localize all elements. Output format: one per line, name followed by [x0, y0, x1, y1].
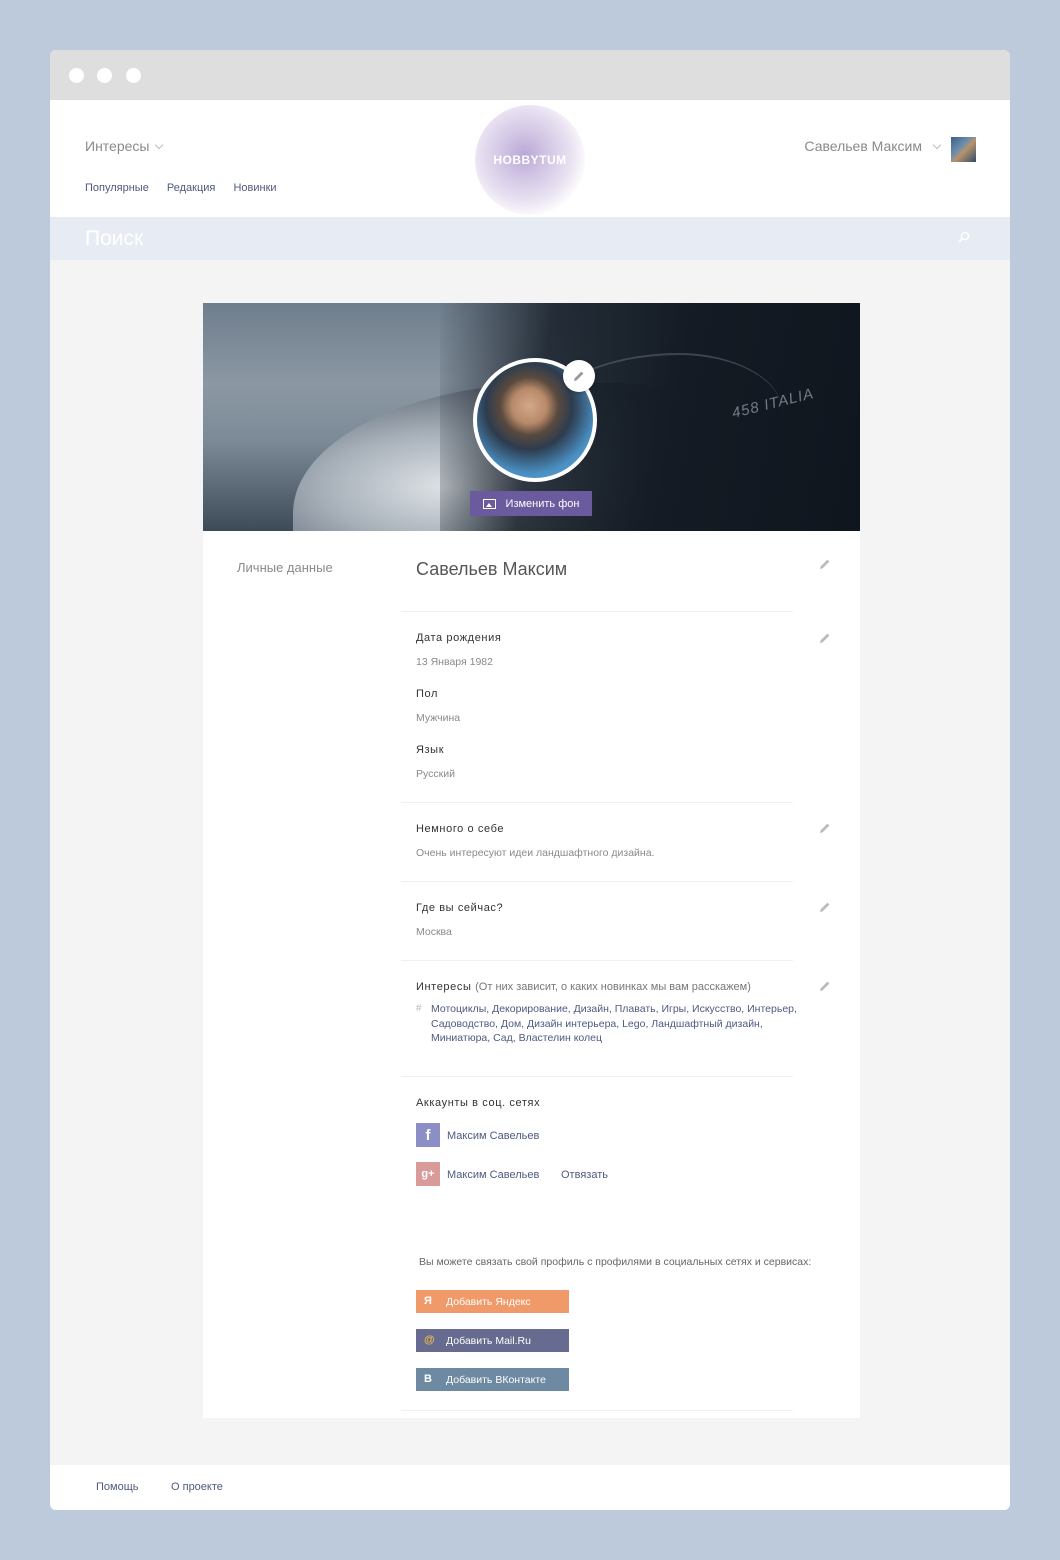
section-label-personal: Личные данные [237, 560, 333, 575]
profile-cover: 458 ITALIA Изменить фон [203, 303, 860, 531]
image-icon [482, 498, 496, 509]
yandex-icon: Я [424, 1295, 432, 1307]
search-bar [50, 217, 1010, 260]
add-vk-button[interactable]: B Добавить ВКонтакте [416, 1368, 569, 1391]
change-background-label: Изменить фон [505, 497, 580, 510]
gender-value: Мужчина [416, 712, 461, 724]
social-accounts-title: Аккаунты в соц. сетях [416, 1097, 541, 1109]
site-header: Интересы Популярные Редакция Новинки HOB… [50, 100, 1010, 217]
browser-window: Интересы Популярные Редакция Новинки HOB… [50, 50, 1010, 1510]
interests-title: Интересы [416, 981, 472, 993]
unlink-google-plus-button[interactable]: Отвязать [561, 1169, 608, 1181]
edit-photo-button[interactable] [563, 360, 595, 392]
facebook-glyph: f [425, 1126, 431, 1144]
pencil-icon[interactable] [819, 901, 831, 913]
divider [401, 960, 793, 961]
add-mailru-button[interactable]: @ Добавить Mail.Ru [416, 1329, 569, 1352]
pencil-icon[interactable] [819, 632, 831, 644]
search-input[interactable] [85, 225, 905, 252]
about-value: Очень интересуют идеи ландшафтного дизай… [416, 847, 655, 859]
site-footer: Помощь О проекте [50, 1465, 1010, 1510]
divider [401, 802, 793, 803]
birth-date-label: Дата рождения [416, 632, 502, 644]
mailru-icon: @ [424, 1334, 435, 1346]
logo-text: HOBBYTUM [493, 153, 567, 167]
divider [401, 611, 793, 612]
chevron-down-icon[interactable] [932, 140, 942, 150]
user-menu-name[interactable]: Савельев Максим [804, 138, 922, 154]
language-label: Язык [416, 744, 445, 756]
google-plus-account-name[interactable]: Максим Савельев [447, 1169, 539, 1181]
divider [401, 881, 793, 882]
change-background-button[interactable]: Изменить фон [470, 491, 592, 516]
nav-editorial[interactable]: Редакция [167, 182, 215, 194]
location-label: Где вы сейчас? [416, 902, 504, 914]
pencil-icon[interactable] [819, 558, 831, 570]
add-yandex-label: Добавить Яндекс [446, 1295, 531, 1308]
gender-label: Пол [416, 688, 439, 700]
facebook-account-name[interactable]: Максим Савельев [447, 1130, 539, 1142]
chevron-down-icon [155, 140, 164, 150]
interests-dropdown-label: Интересы [85, 138, 150, 154]
search-icon[interactable] [958, 231, 970, 243]
about-label: Немного о себе [416, 823, 505, 835]
profile-card: 458 ITALIA Изменить фон Личные данные Са… [203, 303, 860, 1418]
pencil-icon[interactable] [819, 980, 831, 992]
divider [401, 1410, 793, 1411]
window-close-dot[interactable] [69, 68, 84, 83]
vk-icon: B [424, 1373, 432, 1385]
footer-help-link[interactable]: Помощь [96, 1481, 139, 1493]
add-vk-label: Добавить ВКонтакте [446, 1373, 546, 1386]
pencil-icon [574, 371, 584, 381]
nav-new[interactable]: Новинки [233, 182, 276, 194]
profile-name: Савельев Максим [416, 559, 568, 579]
hash-icon: # [416, 1003, 422, 1014]
interests-tags[interactable]: Мотоциклы, Декорирование, Дизайн, Плават… [431, 1002, 811, 1046]
social-hint: Вы можете связать свой профиль с профиля… [419, 1256, 812, 1268]
google-plus-icon: g+ [416, 1162, 440, 1186]
google-plus-glyph: g+ [421, 1168, 435, 1180]
nav-popular[interactable]: Популярные [85, 182, 149, 194]
interests-note: (От них зависит, о каких новинках мы вам… [475, 981, 751, 993]
main-nav: Популярные Редакция Новинки [85, 182, 292, 194]
user-avatar[interactable] [951, 137, 976, 162]
pencil-icon[interactable] [819, 822, 831, 834]
window-titlebar [50, 50, 1010, 100]
add-mailru-label: Добавить Mail.Ru [446, 1334, 531, 1347]
divider [401, 1076, 793, 1077]
window-maximize-dot[interactable] [126, 68, 141, 83]
site-logo[interactable]: HOBBYTUM [475, 105, 585, 215]
birth-date-value: 13 Января 1982 [416, 656, 493, 668]
window-minimize-dot[interactable] [97, 68, 112, 83]
footer-about-link[interactable]: О проекте [171, 1481, 223, 1493]
location-value: Москва [416, 926, 452, 938]
add-yandex-button[interactable]: Я Добавить Яндекс [416, 1290, 569, 1313]
language-value: Русский [416, 768, 455, 780]
facebook-icon: f [416, 1123, 440, 1147]
interests-dropdown[interactable]: Интересы [85, 138, 164, 154]
interests-label: Интересы (От них зависит, о каких новинк… [416, 981, 751, 993]
